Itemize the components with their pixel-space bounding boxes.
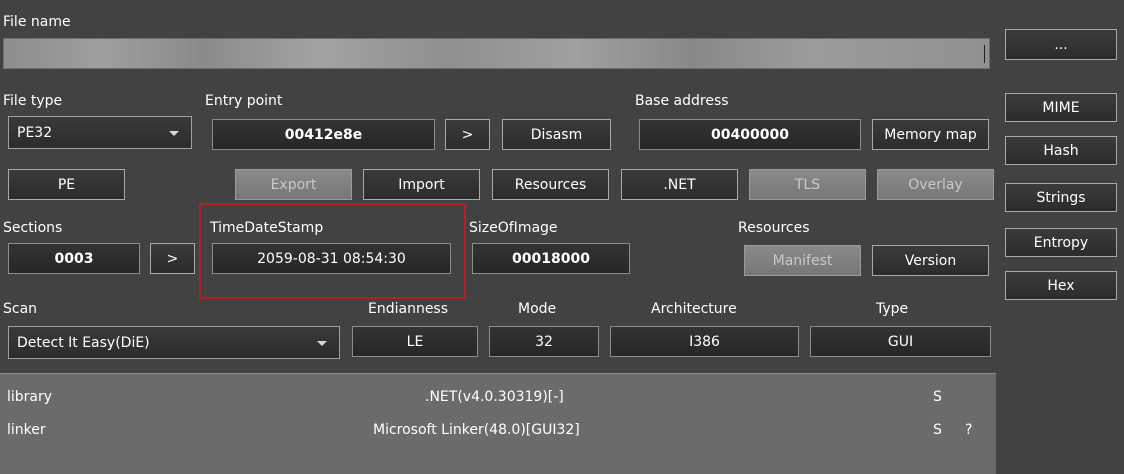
result-extra[interactable]: ? [965,422,972,438]
hash-button[interactable]: Hash [1005,136,1117,165]
strings-button[interactable]: Strings [1005,183,1117,212]
file-type-label: File type [3,93,63,109]
net-button[interactable]: .NET [621,169,738,200]
base-address-value[interactable]: 00400000 [639,119,861,150]
type-label: Type [876,301,909,317]
import-button[interactable]: Import [363,169,480,200]
hex-button[interactable]: Hex [1005,271,1117,300]
result-flag[interactable]: S [933,422,942,438]
type-value[interactable]: GUI [810,326,991,357]
architecture-value[interactable]: I386 [610,326,799,357]
size-of-image-value[interactable]: 00018000 [472,243,630,274]
result-name: .NET(v4.0.30319)[-] [425,389,564,405]
pe-button[interactable]: PE [8,169,125,200]
mode-value[interactable]: 32 [489,326,599,357]
size-of-image-label: SizeOfImage [469,220,558,236]
resources-button[interactable]: Resources [492,169,609,200]
entry-point-value[interactable]: 00412e8e [212,119,435,150]
scan-value: Detect It Easy(DiE) [17,334,150,351]
memory-map-button[interactable]: Memory map [872,119,989,150]
result-row[interactable]: library .NET(v4.0.30319)[-] S [0,382,996,414]
base-address-label: Base address [635,93,729,109]
text-caret [984,45,985,63]
entropy-button[interactable]: Entropy [1005,228,1117,257]
result-kind: linker [7,422,46,438]
chevron-down-icon [317,340,327,346]
scan-label: Scan [3,301,38,317]
scan-select[interactable]: Detect It Easy(DiE) [8,326,340,359]
browse-button[interactable]: ... [1005,29,1117,60]
overlay-button[interactable]: Overlay [877,169,994,200]
export-button[interactable]: Export [235,169,352,200]
file-type-value: PE32 [17,124,53,141]
entry-point-go-button[interactable]: > [445,119,490,150]
file-name-label: File name [3,14,71,30]
version-button[interactable]: Version [872,245,989,276]
disasm-button[interactable]: Disasm [502,119,611,150]
file-type-select[interactable]: PE32 [8,116,192,149]
entry-point-label: Entry point [205,93,283,109]
result-row[interactable]: linker Microsoft Linker(48.0)[GUI32] S ? [0,415,996,447]
results-panel: library .NET(v4.0.30319)[-] S linker Mic… [0,373,996,474]
sections-label: Sections [3,220,63,236]
sections-go-button[interactable]: > [150,243,195,274]
endianness-label: Endianness [368,301,449,317]
result-kind: library [7,389,53,405]
tls-button[interactable]: TLS [749,169,866,200]
result-flag[interactable]: S [933,389,942,405]
manifest-button[interactable]: Manifest [744,245,861,276]
mime-button[interactable]: MIME [1005,93,1117,122]
result-name: Microsoft Linker(48.0)[GUI32] [373,422,580,438]
endianness-value[interactable]: LE [352,326,478,357]
mode-label: Mode [518,301,557,317]
chevron-down-icon [169,130,179,136]
resources-group-label: Resources [738,220,810,236]
sections-value[interactable]: 0003 [8,243,140,274]
architecture-label: Architecture [651,301,737,317]
highlight-box [199,203,466,299]
file-name-field[interactable] [3,38,990,69]
